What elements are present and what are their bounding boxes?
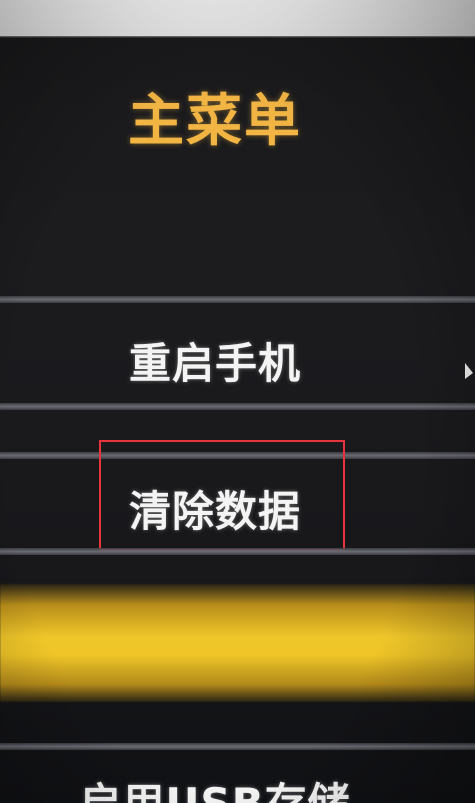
menu-item-wipe-data[interactable]: 清除数据 (0, 478, 430, 539)
pointer-icon (465, 363, 473, 379)
divider (0, 403, 475, 410)
menu-item-reboot[interactable]: 重启手机 (0, 330, 430, 391)
divider (0, 548, 475, 555)
divider (0, 743, 475, 750)
menu-title: 主菜单 (128, 89, 302, 154)
divider (0, 296, 475, 303)
menu-item-usb-storage[interactable]: 启用USB存储 (0, 770, 430, 803)
screen-top-edge (0, 0, 475, 36)
highlighted-menu-row[interactable] (0, 584, 475, 702)
recovery-screen: 主菜单 重启手机 清除数据 启用USB存储 (0, 0, 475, 803)
